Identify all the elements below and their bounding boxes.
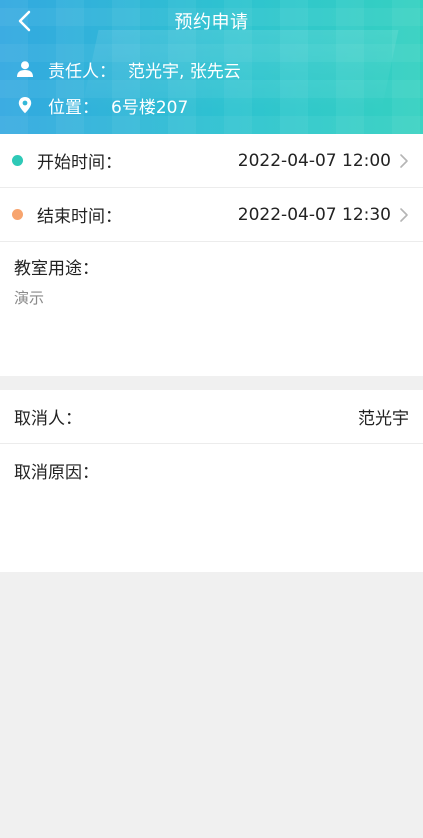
- booking-card: 开始时间： 2022-04-07 12:00 结束时间： 2022-04-07 …: [0, 134, 423, 376]
- cancelled-by-value: 范光宇: [358, 409, 409, 429]
- location-value: 6号楼207: [111, 97, 189, 118]
- chevron-right-icon: [399, 153, 409, 169]
- chevron-right-icon: [399, 207, 409, 223]
- end-time-row[interactable]: 结束时间： 2022-04-07 12:30: [0, 188, 423, 242]
- cancel-card: 取消人： 范光宇 取消原因：: [0, 390, 423, 572]
- end-time-value: 2022-04-07 12:30: [237, 204, 391, 225]
- purpose-section: 教室用途： 演示: [0, 242, 423, 376]
- cancelled-by-label: 取消人：: [14, 409, 82, 429]
- cancelled-by-row: 取消人： 范光宇: [0, 390, 423, 444]
- location-pin-icon: [16, 96, 34, 114]
- page-title: 预约申请: [174, 12, 249, 33]
- section-divider: [0, 376, 423, 390]
- location-row: 位置： 6号楼207: [16, 92, 188, 118]
- location-label: 位置：: [48, 97, 99, 118]
- cancel-reason-section: 取消原因：: [0, 444, 423, 572]
- end-dot: [12, 209, 23, 220]
- cancel-reason-label: 取消原因：: [14, 463, 99, 483]
- start-time-row[interactable]: 开始时间： 2022-04-07 12:00: [0, 134, 423, 188]
- purpose-value: 演示: [14, 289, 45, 307]
- start-time-label: 开始时间：: [37, 153, 122, 173]
- header: 预约申请 责任人： 范光宇, 张先云 位置： 6号楼207: [0, 0, 423, 134]
- person-icon: [16, 60, 34, 78]
- owner-row: 责任人： 范光宇, 张先云: [16, 56, 241, 82]
- end-time-label: 结束时间：: [37, 207, 122, 227]
- start-time-value: 2022-04-07 12:00: [237, 150, 391, 171]
- purpose-label: 教室用途：: [14, 259, 99, 279]
- start-dot: [12, 155, 23, 166]
- owner-value: 范光宇, 张先云: [128, 61, 241, 82]
- owner-label: 责任人：: [48, 61, 116, 82]
